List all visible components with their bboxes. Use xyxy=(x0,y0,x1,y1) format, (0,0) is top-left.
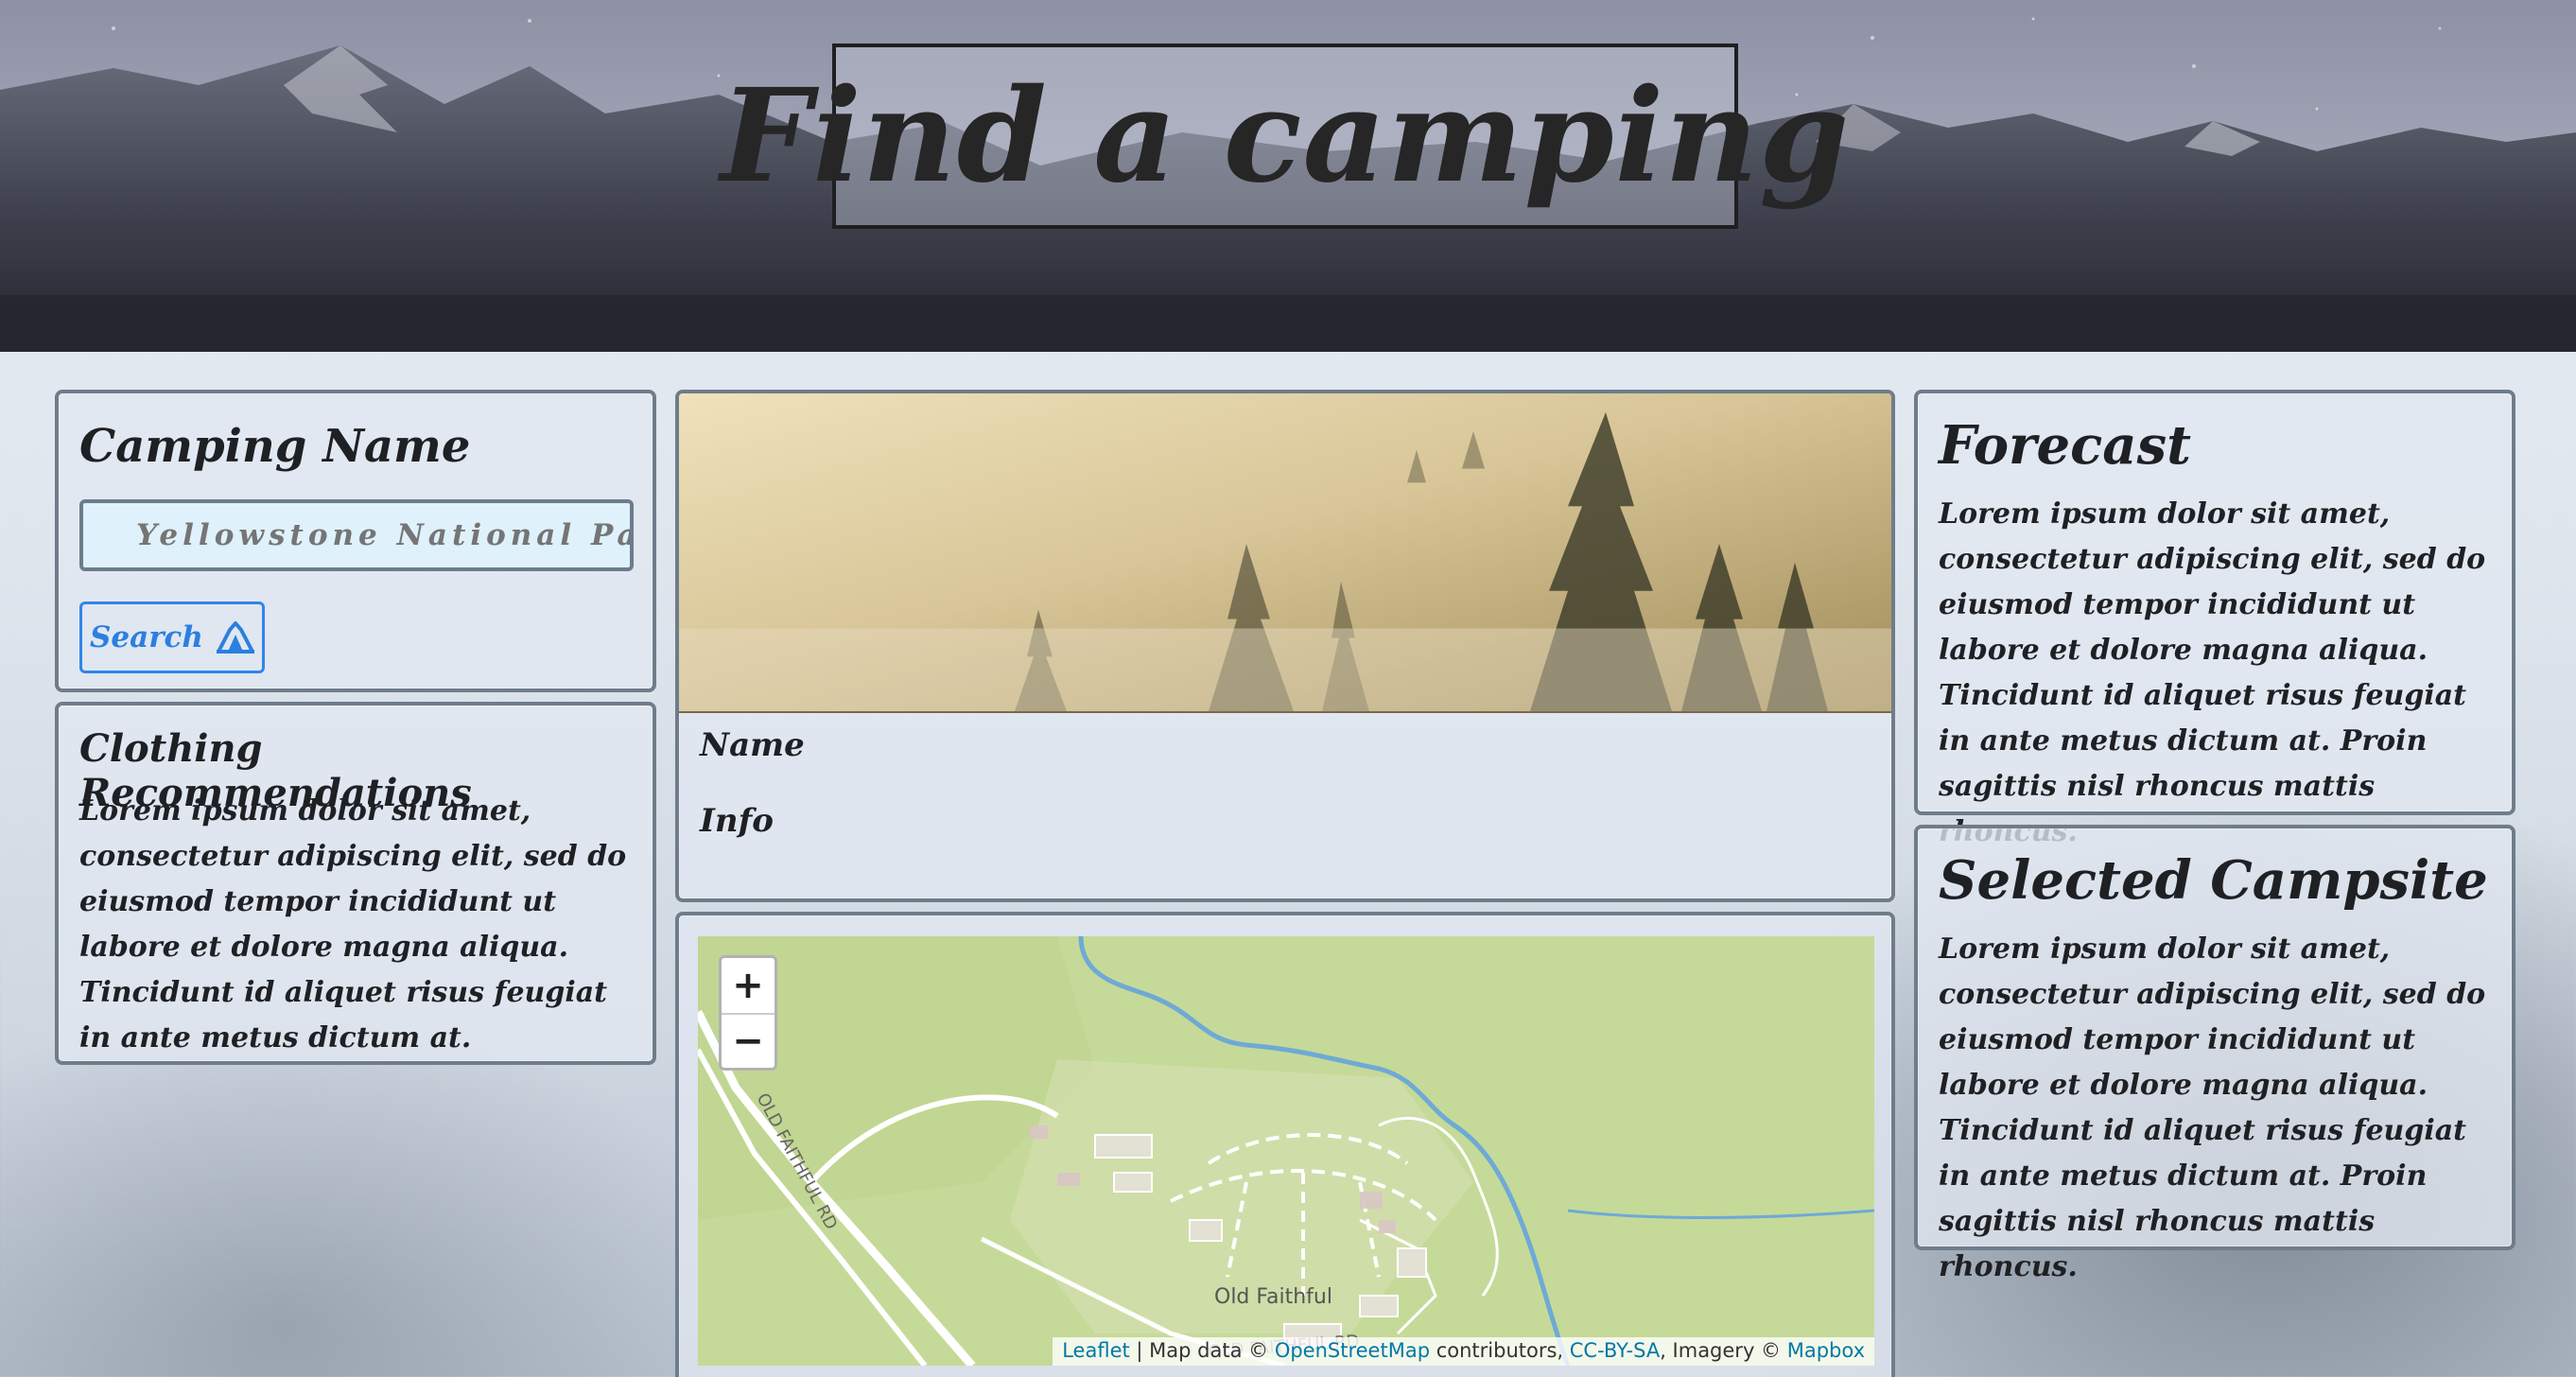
map-view[interactable]: OLD FAITHFUL RD OLD FAITHFUL RD Old Fait… xyxy=(698,936,1874,1366)
selected-campsite-panel: Selected Campsite Lorem ipsum dolor sit … xyxy=(1914,825,2515,1283)
header-banner: Find a camping xyxy=(0,0,2576,352)
leaflet-link[interactable]: Leaflet xyxy=(1062,1339,1130,1362)
camping-name-input[interactable] xyxy=(79,499,634,571)
forecast-panel: Forecast Lorem ipsum dolor sit amet, con… xyxy=(1914,390,2515,848)
campsite-info-label: Info xyxy=(700,802,774,840)
mapbox-link[interactable]: Mapbox xyxy=(1787,1339,1865,1362)
clothing-text: Lorem ipsum dolor sit amet, consectetur … xyxy=(79,794,627,1055)
map-panel: OLD FAITHFUL RD OLD FAITHFUL RD Old Fait… xyxy=(675,912,1895,1377)
campsite-detail-panel: Name Info xyxy=(675,390,1895,902)
attribution-text-1: | Map data © xyxy=(1129,1339,1275,1362)
zoom-in-button[interactable]: + xyxy=(722,958,775,1013)
camping-name-heading: Camping Name xyxy=(79,420,471,473)
forest-image xyxy=(679,393,1891,713)
cc-by-sa-link[interactable]: CC-BY-SA xyxy=(1570,1339,1660,1362)
map-label-old-faithful: Old Faithful xyxy=(1214,1285,1332,1309)
search-button-label: Search xyxy=(90,620,203,654)
clothing-panel: Clothing Recommendations Lorem ipsum dol… xyxy=(55,702,656,1065)
page-title: Find a camping xyxy=(720,61,1851,212)
search-button[interactable]: Search xyxy=(79,601,265,673)
tent-icon xyxy=(216,621,254,654)
attribution-text-3: , Imagery © xyxy=(1660,1339,1787,1362)
openstreetmap-link[interactable]: OpenStreetMap xyxy=(1275,1339,1430,1362)
selected-campsite-text: Lorem ipsum dolor sit amet, consectetur … xyxy=(1939,933,2486,1283)
zoom-out-button[interactable]: − xyxy=(722,1013,775,1068)
title-box: Find a camping xyxy=(721,44,1849,229)
camping-search-panel: Camping Name Search xyxy=(55,390,656,692)
map-zoom-control: + − xyxy=(719,955,777,1071)
selected-campsite-heading: Selected Campsite xyxy=(1939,849,2488,912)
campsite-name-label: Name xyxy=(700,726,805,764)
forecast-text: Lorem ipsum dolor sit amet, consectetur … xyxy=(1939,497,2486,848)
map-tiles: OLD FAITHFUL RD OLD FAITHFUL RD Old Fait… xyxy=(698,936,1874,1366)
map-attribution: Leaflet | Map data © OpenStreetMap contr… xyxy=(1053,1337,1874,1366)
forecast-heading: Forecast xyxy=(1939,414,2191,477)
attribution-text-2: contributors, xyxy=(1430,1339,1570,1362)
